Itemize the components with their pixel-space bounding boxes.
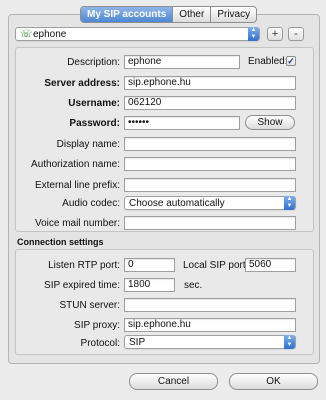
protocol-value: SIP bbox=[129, 337, 146, 348]
remove-account-button[interactable]: - bbox=[288, 27, 304, 41]
enabled-label: Enabled: bbox=[248, 56, 288, 67]
description-label: Description: bbox=[67, 57, 120, 68]
tab-other[interactable]: Other bbox=[172, 7, 210, 22]
description-field[interactable]: ephone bbox=[124, 55, 240, 69]
password-field[interactable]: •••••• bbox=[124, 116, 240, 130]
server-address-label: Server address: bbox=[44, 78, 120, 89]
auth-name-field[interactable] bbox=[124, 157, 296, 171]
tab-privacy[interactable]: Privacy bbox=[210, 7, 256, 22]
password-label: Password: bbox=[69, 118, 120, 129]
show-password-button[interactable]: Show bbox=[245, 115, 295, 130]
tab-bar: My SIP accounts Other Privacy bbox=[80, 6, 258, 23]
ext-prefix-field[interactable] bbox=[124, 178, 296, 192]
cancel-button[interactable]: Cancel bbox=[129, 373, 218, 390]
username-label: Username: bbox=[68, 98, 120, 109]
protocol-label: Protocol: bbox=[80, 338, 120, 349]
chevron-updown-icon: ▲ ▼ bbox=[248, 27, 259, 41]
phone-icon: ☏ bbox=[20, 29, 33, 40]
local-sip-label: Local SIP port: bbox=[183, 260, 249, 271]
ext-prefix-label: External line prefix: bbox=[34, 180, 120, 191]
server-address-field[interactable]: sip.ephone.hu bbox=[124, 76, 296, 90]
listen-rtp-field[interactable]: 0 bbox=[124, 258, 175, 272]
username-field[interactable]: 062120 bbox=[124, 96, 296, 110]
add-account-button[interactable]: + bbox=[267, 27, 283, 41]
chevron-updown-icon: ▲ ▼ bbox=[284, 335, 295, 349]
sip-expired-label: SIP expired time: bbox=[44, 280, 120, 291]
stun-server-label: STUN server: bbox=[59, 300, 120, 311]
account-select-value: ephone bbox=[33, 29, 67, 40]
chevron-updown-icon: ▲ ▼ bbox=[284, 196, 295, 210]
stun-server-field[interactable] bbox=[124, 298, 296, 312]
ok-button[interactable]: OK bbox=[229, 373, 318, 390]
local-sip-field[interactable]: 5060 bbox=[245, 258, 296, 272]
enabled-checkbox[interactable]: ✓ bbox=[286, 56, 296, 66]
audio-codec-select[interactable]: Choose automatically ▲ ▼ bbox=[124, 196, 296, 210]
voicemail-field[interactable] bbox=[124, 216, 296, 230]
tab-my-sip-accounts[interactable]: My SIP accounts bbox=[81, 7, 173, 22]
protocol-select[interactable]: SIP ▲ ▼ bbox=[124, 335, 296, 349]
connection-settings-title: Connection settings bbox=[17, 237, 104, 247]
account-select[interactable]: ☏ ephone ▲ ▼ bbox=[15, 27, 260, 41]
voicemail-label: Voice mail number: bbox=[34, 218, 120, 229]
audio-codec-value: Choose automatically bbox=[129, 198, 225, 209]
display-name-label: Display name: bbox=[56, 139, 120, 150]
listen-rtp-label: Listen RTP port: bbox=[48, 260, 120, 271]
sec-label: sec. bbox=[184, 280, 203, 291]
audio-codec-label: Audio codec: bbox=[62, 198, 120, 209]
sip-proxy-field[interactable]: sip.ephone.hu bbox=[124, 318, 296, 332]
sip-proxy-label: SIP proxy: bbox=[74, 320, 120, 331]
sip-expired-field[interactable]: 1800 bbox=[124, 278, 175, 292]
display-name-field[interactable] bbox=[124, 137, 296, 151]
auth-name-label: Authorization name: bbox=[31, 159, 120, 170]
